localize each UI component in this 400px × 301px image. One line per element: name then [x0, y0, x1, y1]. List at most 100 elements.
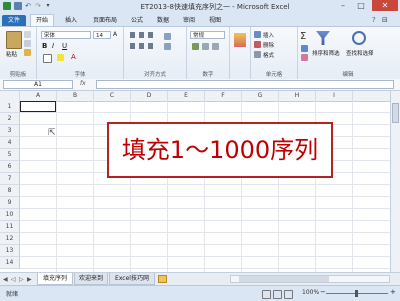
- sheet-tab-excel-tips[interactable]: Excel技巧网: [109, 273, 155, 285]
- tab-review[interactable]: 审阅: [178, 15, 200, 26]
- vertical-align-icons[interactable]: [130, 32, 156, 38]
- grid-row-line: [20, 232, 390, 233]
- grid-column-line: [93, 101, 94, 272]
- fill-color-icon[interactable]: [57, 54, 64, 61]
- customize-qat-icon[interactable]: ▾: [44, 2, 52, 10]
- sheet-tab-fill-series[interactable]: 填充序列: [37, 273, 73, 285]
- sort-filter-icon[interactable]: [316, 31, 330, 45]
- fill-icon[interactable]: [301, 45, 308, 52]
- paste-icon[interactable]: [6, 31, 22, 49]
- border-icon[interactable]: [43, 54, 52, 63]
- clear-icon[interactable]: [301, 54, 308, 61]
- next-sheet-icon[interactable]: ▷: [19, 276, 24, 283]
- find-select-label[interactable]: 查找和选择: [346, 49, 374, 57]
- zoom-level[interactable]: 100%: [302, 289, 319, 296]
- worksheet-grid[interactable]: ABCDEFGHI 1 2 3 4 5 6 7 8 9 10 11 12 13 14 ⇱: [0, 91, 390, 272]
- cut-icon[interactable]: [24, 31, 31, 38]
- insert-function-button[interactable]: fx: [80, 80, 86, 87]
- zoom-slider-thumb[interactable]: [355, 290, 358, 297]
- sheet-tab-bar: ◀ ◁ ▷ ▶ 填充序列 欢迎来到 Excel技巧网: [0, 272, 400, 286]
- underline-button[interactable]: U: [62, 42, 67, 50]
- copy-icon[interactable]: [24, 40, 31, 47]
- name-box[interactable]: A1: [3, 80, 73, 89]
- number-group: 常规 数字: [187, 27, 230, 79]
- wrap-text-icon[interactable]: [164, 33, 171, 40]
- grid-row-line: [20, 208, 390, 209]
- normal-view-icon[interactable]: [262, 290, 271, 299]
- bold-button[interactable]: B: [42, 42, 47, 50]
- font-size-select[interactable]: 14: [93, 31, 111, 39]
- format-cells-label[interactable]: 格式: [263, 51, 274, 59]
- grid-row-line: [20, 196, 390, 197]
- insert-cells-label[interactable]: 插入: [263, 31, 274, 39]
- zoom-out-icon[interactable]: −: [320, 288, 326, 296]
- horizontal-scrollbar[interactable]: [230, 275, 390, 283]
- number-format-select[interactable]: 常规: [190, 31, 225, 39]
- grid-row-line: [20, 184, 390, 185]
- grid-row-line: [20, 244, 390, 245]
- tab-view[interactable]: 视图: [204, 15, 226, 26]
- percent-icon[interactable]: [202, 43, 209, 50]
- insert-cells-icon[interactable]: [254, 31, 261, 38]
- cells-group-label: 单元格: [265, 72, 283, 78]
- delete-cells-icon[interactable]: [254, 41, 261, 48]
- maximize-button[interactable]: □: [352, 0, 370, 11]
- merge-center-icon[interactable]: [164, 43, 171, 50]
- vertical-scrollbar[interactable]: [390, 91, 400, 272]
- horizontal-align-icons[interactable]: [130, 43, 156, 49]
- tab-formulas[interactable]: 公式: [126, 15, 148, 26]
- status-ready: 就绪: [6, 291, 19, 298]
- grid-column-line: [56, 101, 57, 272]
- tab-data[interactable]: 数据: [152, 15, 174, 26]
- tab-file[interactable]: 文件: [2, 15, 26, 26]
- comma-style-icon[interactable]: [212, 43, 219, 50]
- editing-group: Σ 排序和筛选 查找和选择 编辑: [298, 27, 398, 79]
- excel-app-icon[interactable]: [3, 2, 11, 10]
- selected-cell-a1[interactable]: [20, 101, 56, 112]
- page-layout-view-icon[interactable]: [273, 290, 282, 299]
- close-button[interactable]: ✕: [372, 0, 398, 11]
- zoom-in-icon[interactable]: +: [390, 288, 396, 296]
- gridlines: [0, 91, 390, 272]
- ribbon: 粘贴 剪贴板 宋体 14 A B I U A 字体 对齐方式 常规 数字 插入 …: [0, 26, 400, 80]
- font-name-select[interactable]: 宋体: [41, 31, 91, 39]
- last-sheet-icon[interactable]: ▶: [27, 276, 32, 283]
- format-painter-icon[interactable]: [24, 49, 31, 56]
- font-group: 宋体 14 A B I U A 字体: [37, 27, 124, 79]
- grow-font-icon[interactable]: A: [113, 31, 117, 38]
- styles-icon[interactable]: [234, 33, 246, 47]
- minimize-button[interactable]: –: [334, 0, 352, 11]
- alignment-group-label: 对齐方式: [143, 72, 166, 78]
- styles-group: [230, 27, 251, 79]
- format-cells-icon[interactable]: [254, 51, 261, 58]
- insert-sheet-icon[interactable]: [158, 275, 167, 283]
- cells-group: 插入 删除 格式 单元格: [251, 27, 298, 79]
- sheet-tab-welcome[interactable]: 欢迎来到: [74, 273, 108, 285]
- find-select-icon[interactable]: [352, 31, 366, 45]
- first-sheet-icon[interactable]: ◀: [3, 276, 8, 283]
- vertical-scroll-thumb[interactable]: [392, 103, 399, 123]
- help-icon[interactable]: ?: [372, 16, 376, 24]
- prev-sheet-icon[interactable]: ◁: [11, 276, 16, 283]
- grid-column-line: [352, 101, 353, 272]
- horizontal-scroll-thumb[interactable]: [239, 276, 329, 282]
- undo-icon[interactable]: ↶: [24, 2, 32, 10]
- font-color-icon[interactable]: A: [71, 53, 76, 61]
- save-icon[interactable]: [14, 2, 22, 10]
- formula-input[interactable]: [96, 80, 394, 89]
- currency-icon[interactable]: [192, 43, 199, 50]
- redo-icon[interactable]: ↷: [34, 2, 42, 10]
- title-bar: ↶ ↷ ▾ ET2013-8快速填充序列之一 - Microsoft Excel…: [0, 0, 400, 15]
- tab-page-layout[interactable]: 页面布局: [88, 15, 122, 26]
- delete-cells-label[interactable]: 删除: [263, 41, 274, 49]
- grid-row-line: [20, 268, 390, 269]
- overlay-caption-text: 填充1～1000序列: [121, 136, 319, 164]
- italic-button[interactable]: I: [52, 42, 54, 50]
- tab-insert[interactable]: 插入: [60, 15, 82, 26]
- ribbon-tabs: 文件 开始 插入 页面布局 公式 数据 审阅 视图 ? ⊟: [0, 14, 400, 27]
- autosum-icon[interactable]: Σ: [300, 31, 306, 42]
- sort-filter-label[interactable]: 排序和筛选: [312, 49, 340, 57]
- page-break-view-icon[interactable]: [284, 290, 293, 299]
- ribbon-restore-icon[interactable]: ⊟: [382, 16, 388, 24]
- paste-label[interactable]: 粘贴: [6, 50, 17, 58]
